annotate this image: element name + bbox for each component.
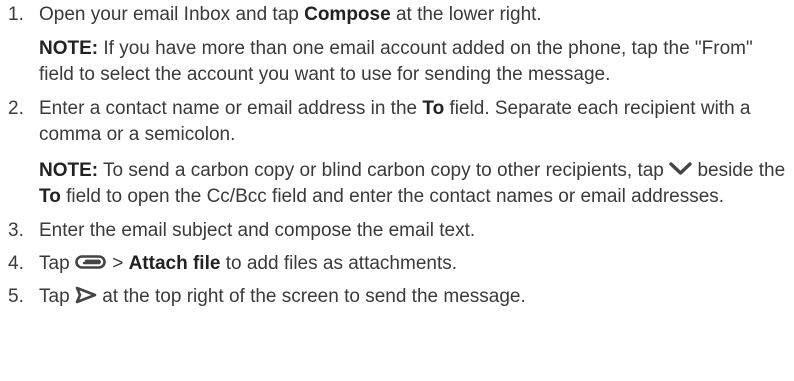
to-keyword: To [422,98,445,119]
note-text: If you have more than one email account … [39,38,753,85]
send-icon [75,286,97,304]
note: NOTE: If you have more than one email ac… [39,36,790,88]
step-text: Enter the email subject and compose the … [39,220,476,241]
step-4: 4. Tap > Attach file to add files as att… [8,251,790,277]
step-text: Tap > Attach file to add files as attach… [39,251,790,277]
to-keyword: To [39,186,61,207]
step-number: 3. [8,220,24,241]
step-1: 1. Open your email Inbox and tap Compose… [8,2,790,88]
step-text-post: at the lower right. [390,4,542,25]
step-number: 4. [8,253,24,274]
step-text-post: at the top right of the screen to send t… [96,286,526,307]
note-text-mid: beside the [692,160,786,181]
instructions: 1. Open your email Inbox and tap Compose… [8,2,790,310]
chevron-down-icon [669,161,692,176]
step-text-post: to add files as attachments. [220,253,458,274]
step-text: Tap at the top right of the screen to se… [39,284,790,310]
attach-file-keyword: Attach file [128,253,221,274]
step-number: 5. [8,286,24,307]
note-text-post: field to open the Cc/Bcc field and enter… [60,186,725,207]
step-text-sep: > [106,253,129,274]
step-text: Open your email Inbox and tap Compose at… [39,2,790,28]
step-text-pre: Open your email Inbox and tap [39,4,305,25]
note-label: NOTE: [39,160,99,181]
step-number: 2. [8,98,24,119]
step-text-pre: Tap [39,253,75,274]
note-text-pre: To send a carbon copy or blind carbon co… [98,160,670,181]
note: NOTE: To send a carbon copy or blind car… [39,158,790,210]
step-text: Enter a contact name or email address in… [39,96,790,148]
note-label: NOTE: [39,38,99,59]
step-5: 5. Tap at the top right of the screen to… [8,284,790,310]
step-text-pre: Enter a contact name or email address in… [39,98,423,119]
step-text-pre: Tap [39,286,75,307]
paperclip-icon [75,254,107,270]
step-2: 2. Enter a contact name or email address… [8,96,790,210]
step-3: 3. Enter the email subject and compose t… [8,218,790,244]
compose-keyword: Compose [304,4,391,25]
step-number: 1. [8,4,24,25]
